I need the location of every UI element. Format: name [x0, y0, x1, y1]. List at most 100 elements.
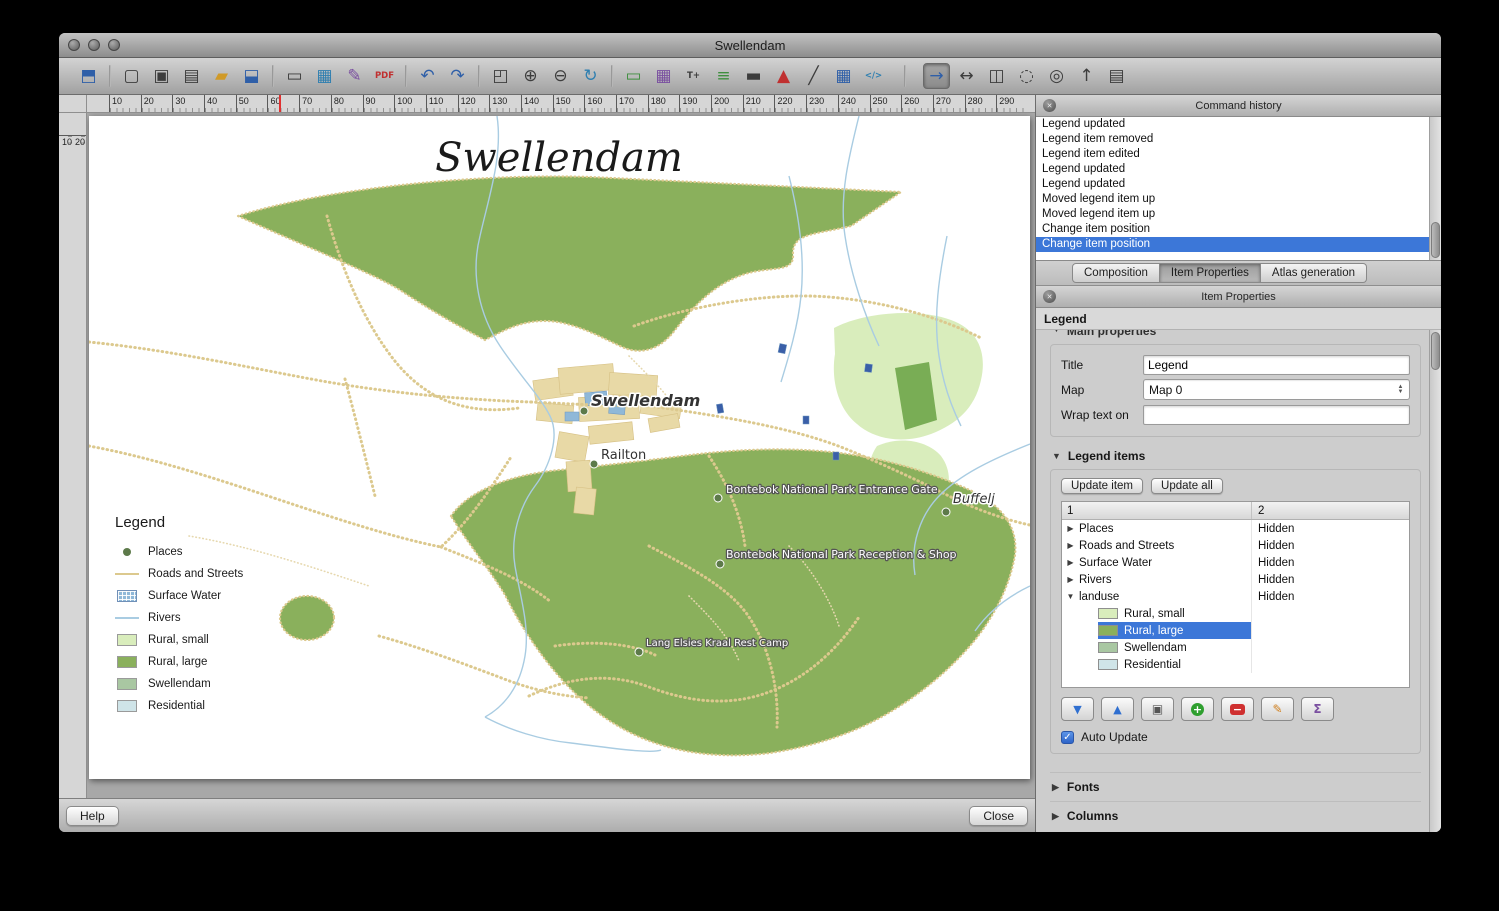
align-items-icon[interactable]: ▤: [1103, 63, 1130, 89]
duplicate-composition-icon[interactable]: ▣: [148, 63, 175, 89]
add-scalebar-icon[interactable]: ▬: [740, 63, 767, 89]
layer-color-swatch: [1098, 642, 1118, 653]
command-history-list[interactable]: Legend updatedLegend item removedLegend …: [1036, 117, 1441, 261]
legend-item-row[interactable]: Swellendam: [1062, 639, 1409, 656]
history-item[interactable]: Legend item removed: [1036, 132, 1441, 147]
add-map-icon[interactable]: ▭: [620, 63, 647, 89]
combo-stepper-icon: ▲▼: [1394, 385, 1407, 395]
move-item-up-button[interactable]: ▲: [1101, 697, 1134, 721]
columns-section[interactable]: ▶ Columns: [1050, 801, 1421, 830]
redo-icon[interactable]: ↷: [444, 63, 471, 89]
zoom-out-icon[interactable]: ⊖: [547, 63, 574, 89]
history-item[interactable]: Moved legend item up: [1036, 192, 1441, 207]
collapse-triangle-icon: ▼: [1052, 451, 1061, 461]
legend-item-row[interactable]: ▶ Rivers Hidden: [1062, 571, 1409, 588]
window-titlebar[interactable]: Swellendam: [59, 33, 1441, 58]
save-project-icon[interactable]: ⬒: [75, 63, 102, 89]
legend-item-row[interactable]: ▼ landuse Hidden: [1062, 588, 1409, 605]
layer-color-swatch: [1098, 608, 1118, 619]
select-move-item-icon[interactable]: →: [923, 63, 950, 89]
add-html-icon[interactable]: </>: [860, 63, 887, 89]
composer-manager-icon[interactable]: ▤: [178, 63, 205, 89]
scrollbar-thumb[interactable]: [1431, 222, 1440, 258]
legend-items-table[interactable]: 1 2 ▶ Places: [1061, 501, 1410, 688]
count-features-button[interactable]: Σ: [1301, 697, 1334, 721]
select-items-icon[interactable]: ◌: [1013, 63, 1040, 89]
move-content-icon[interactable]: ↔: [953, 63, 980, 89]
help-button[interactable]: Help: [66, 806, 119, 826]
history-item[interactable]: Legend updated: [1036, 117, 1441, 132]
export-pdf-icon[interactable]: PDF: [371, 63, 398, 89]
tab-atlas-generation[interactable]: Atlas generation: [1261, 263, 1367, 283]
update-all-button[interactable]: Update all: [1151, 478, 1223, 494]
update-item-button[interactable]: Update item: [1061, 478, 1143, 494]
undo-icon[interactable]: ↶: [414, 63, 441, 89]
group-items-icon[interactable]: ◫: [983, 63, 1010, 89]
add-table-icon[interactable]: ▦: [830, 63, 857, 89]
history-item[interactable]: Change item position: [1036, 237, 1441, 252]
legend-item-row[interactable]: Rural, small: [1062, 605, 1409, 622]
history-scrollbar[interactable]: [1429, 117, 1441, 260]
print-icon[interactable]: ▭: [281, 63, 308, 89]
map-legend[interactable]: Legend Places Roads and Streets: [115, 514, 243, 717]
legend-item-row[interactable]: ▶ Places Hidden: [1062, 520, 1409, 537]
tab-composition[interactable]: Composition: [1072, 263, 1160, 283]
save-template-icon[interactable]: ⬓: [238, 63, 265, 89]
legend-items-section[interactable]: ▼ Legend items: [1052, 449, 1421, 463]
refresh-view-icon[interactable]: ↻: [577, 63, 604, 89]
history-item[interactable]: Legend updated: [1036, 162, 1441, 177]
raise-items-icon[interactable]: ↑: [1073, 63, 1100, 89]
fonts-section[interactable]: ▶ Fonts: [1050, 772, 1421, 801]
add-arrow-icon[interactable]: ╱: [800, 63, 827, 89]
collapse-triangle-icon: ▶: [1052, 811, 1059, 822]
remove-item-button[interactable]: −: [1221, 697, 1254, 721]
properties-scrollbar[interactable]: [1429, 330, 1441, 832]
panel-close-icon[interactable]: ✕: [1043, 99, 1056, 112]
column-header-2: 2: [1252, 505, 1409, 517]
history-item[interactable]: Moved legend item up: [1036, 207, 1441, 222]
wrap-text-input[interactable]: [1143, 405, 1410, 425]
expander-icon[interactable]: ▶: [1062, 558, 1079, 567]
export-image-icon[interactable]: ▦: [311, 63, 338, 89]
window-zoom-button[interactable]: [108, 39, 120, 51]
expander-icon[interactable]: ▼: [1062, 592, 1079, 601]
map-select[interactable]: Map 0 ▲▼: [1143, 379, 1410, 400]
title-input[interactable]: [1143, 355, 1410, 375]
legend-item-row[interactable]: ▶ Roads and Streets Hidden: [1062, 537, 1409, 554]
history-item[interactable]: Change item position: [1036, 222, 1441, 237]
add-item-button[interactable]: +: [1181, 697, 1214, 721]
add-shape-icon[interactable]: ▲: [770, 63, 797, 89]
move-item-down-button[interactable]: ▼: [1061, 697, 1094, 721]
add-image-icon[interactable]: ▦: [650, 63, 677, 89]
expander-icon[interactable]: ▶: [1062, 524, 1079, 533]
window-close-button[interactable]: [68, 39, 80, 51]
new-composition-icon[interactable]: ▢: [118, 63, 145, 89]
edit-item-button[interactable]: ✎: [1261, 697, 1294, 721]
open-template-icon[interactable]: ▰: [208, 63, 235, 89]
zoom-in-icon[interactable]: ⊕: [517, 63, 544, 89]
map-select-value: Map 0: [1144, 383, 1394, 397]
zoom-to-item-icon[interactable]: ◎: [1043, 63, 1070, 89]
expander-icon[interactable]: ▶: [1062, 575, 1079, 584]
legend-item-row[interactable]: Residential: [1062, 656, 1409, 673]
add-label-icon[interactable]: T+: [680, 63, 707, 89]
scrollbar-thumb[interactable]: [1431, 332, 1440, 370]
auto-update-checkbox[interactable]: ✓: [1061, 731, 1074, 744]
history-item[interactable]: Legend updated: [1036, 177, 1441, 192]
composer-canvas[interactable]: Swellendam Railton Bontebok National Par…: [87, 113, 1035, 798]
add-legend-icon[interactable]: ≡: [710, 63, 737, 89]
ruler-left: 1020304050607080901001101201301401501601…: [59, 113, 87, 798]
window-minimize-button[interactable]: [88, 39, 100, 51]
expander-icon[interactable]: ▶: [1062, 541, 1079, 550]
tab-item-properties[interactable]: Item Properties: [1160, 263, 1261, 283]
zoom-full-icon[interactable]: ◰: [487, 63, 514, 89]
panel-close-icon[interactable]: ✕: [1043, 290, 1056, 303]
main-properties-section[interactable]: ▼ Main properties: [1052, 330, 1156, 338]
history-item[interactable]: Legend item edited: [1036, 147, 1441, 162]
legend-item-row[interactable]: ▶ Surface Water Hidden: [1062, 554, 1409, 571]
legend-item-row[interactable]: Rural, large: [1062, 622, 1409, 639]
export-svg-icon[interactable]: ✎: [341, 63, 368, 89]
map-page[interactable]: Swellendam Railton Bontebok National Par…: [89, 116, 1030, 779]
add-group-button[interactable]: ▣: [1141, 697, 1174, 721]
close-button[interactable]: Close: [969, 806, 1028, 826]
